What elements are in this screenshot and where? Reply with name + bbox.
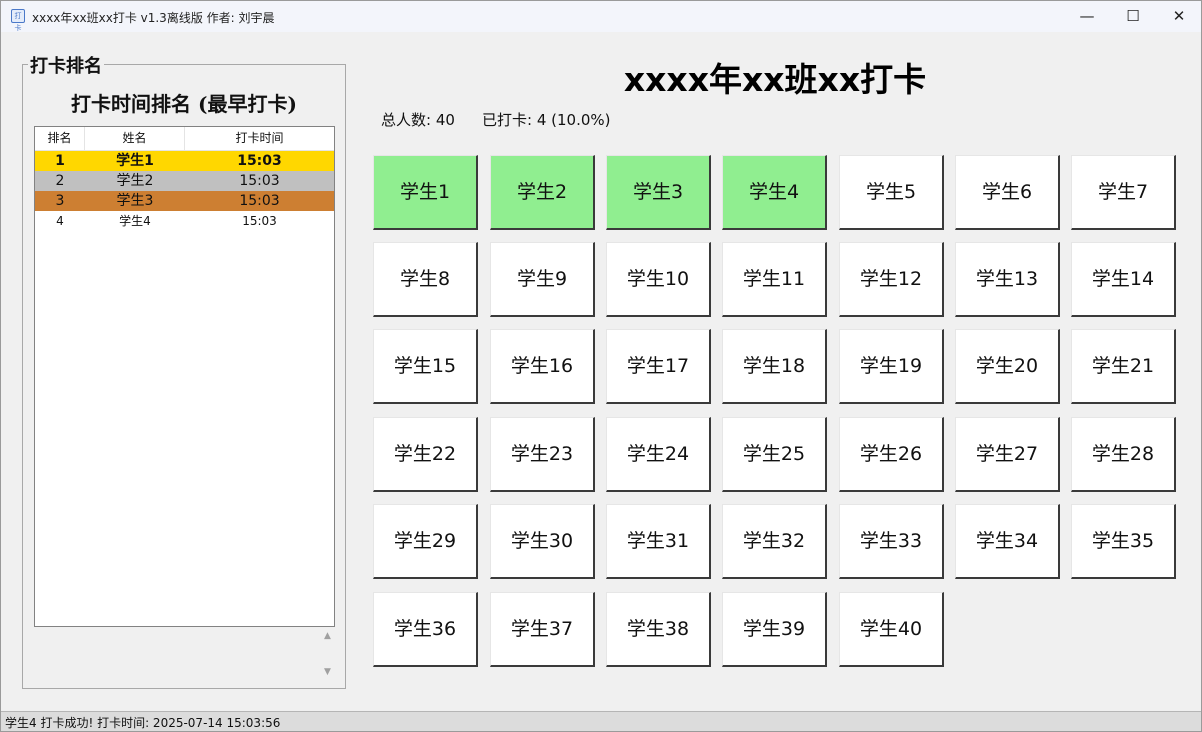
student-button[interactable]: 学生17	[606, 329, 711, 404]
student-button[interactable]: 学生15	[373, 329, 478, 404]
ranking-scrollbar[interactable]: ▲ ▼	[320, 629, 335, 679]
student-button[interactable]: 学生27	[955, 417, 1060, 492]
student-button[interactable]: 学生31	[606, 504, 711, 579]
ranking-time-cell: 15:03	[242, 214, 277, 228]
student-button[interactable]: 学生29	[373, 504, 478, 579]
ranking-rank-cell: 3	[55, 193, 65, 209]
student-button[interactable]: 学生34	[955, 504, 1060, 579]
ranking-title: 打卡时间排名 (最早打卡)	[71, 92, 297, 116]
student-button[interactable]: 学生16	[490, 329, 595, 404]
student-button[interactable]: 学生20	[955, 329, 1060, 404]
ranking-rank-cell: 2	[55, 173, 65, 189]
student-button[interactable]: 学生38	[606, 592, 711, 667]
student-button[interactable]: 学生39	[722, 592, 827, 667]
student-button[interactable]: 学生23	[490, 417, 595, 492]
student-button-grid: 学生1 学生2 学生3 学生4 学生5 学生6 学生7 学生8 学生9 学生10 学生11 学生12 学…	[373, 155, 1183, 675]
student-button[interactable]: 学生14	[1071, 242, 1176, 317]
ranking-row[interactable]: 1 学生1 15:03	[35, 151, 334, 171]
header-name[interactable]: 姓名	[85, 127, 185, 150]
status-bar: 学生4 打卡成功! 打卡时间: 2025-07-14 15:03:56	[1, 711, 1201, 731]
ranking-name-cell: 学生2	[116, 173, 154, 189]
student-button[interactable]: 学生21	[1071, 329, 1176, 404]
student-button[interactable]: 学生22	[373, 417, 478, 492]
ranking-row[interactable]: 4 学生4 15:03	[35, 211, 334, 231]
ranking-time-cell: 15:03	[239, 193, 280, 209]
student-button[interactable]: 学生24	[606, 417, 711, 492]
status-message: 学生4 打卡成功! 打卡时间: 2025-07-14 15:03:56	[5, 716, 281, 730]
student-button[interactable]: 学生33	[839, 504, 944, 579]
student-button[interactable]: 学生32	[722, 504, 827, 579]
student-button[interactable]: 学生28	[1071, 417, 1176, 492]
student-button[interactable]: 学生25	[722, 417, 827, 492]
close-button[interactable]: ✕	[1156, 1, 1202, 32]
scroll-down-arrow-icon[interactable]: ▼	[320, 665, 335, 679]
student-button[interactable]: 学生11	[722, 242, 827, 317]
ranking-name-cell: 学生3	[116, 193, 154, 209]
student-button[interactable]: 学生8	[373, 242, 478, 317]
title-bar[interactable]: 打卡 xxxx年xx班xx打卡 v1.3离线版 作者: 刘宇晨 — ☐ ✕	[1, 1, 1201, 32]
student-button[interactable]: 学生9	[490, 242, 595, 317]
maximize-button[interactable]: ☐	[1110, 1, 1156, 32]
checked-count: 已打卡: 4 (10.0%)	[482, 111, 611, 129]
student-button[interactable]: 学生36	[373, 592, 478, 667]
student-button[interactable]: 学生1	[373, 155, 478, 230]
minimize-button[interactable]: —	[1064, 1, 1110, 32]
scroll-up-arrow-icon[interactable]: ▲	[320, 629, 335, 643]
student-button[interactable]: 学生40	[839, 592, 944, 667]
student-button[interactable]: 学生13	[955, 242, 1060, 317]
main-title: xxxx年xx班xx打卡	[623, 60, 927, 99]
ranking-table-header: 排名 姓名 打卡时间	[35, 127, 334, 151]
student-button[interactable]: 学生18	[722, 329, 827, 404]
header-time[interactable]: 打卡时间	[185, 127, 334, 150]
total-count: 总人数: 40	[381, 111, 455, 129]
ranking-time-cell: 15:03	[237, 153, 282, 169]
student-button[interactable]: 学生6	[955, 155, 1060, 230]
student-button[interactable]: 学生19	[839, 329, 944, 404]
student-button[interactable]: 学生7	[1071, 155, 1176, 230]
app-window: 打卡 xxxx年xx班xx打卡 v1.3离线版 作者: 刘宇晨 — ☐ ✕ 打卡…	[0, 0, 1202, 732]
student-button[interactable]: 学生3	[606, 155, 711, 230]
window-title: xxxx年xx班xx打卡 v1.3离线版 作者: 刘宇晨	[32, 11, 275, 25]
ranking-row[interactable]: 3 学生3 15:03	[35, 191, 334, 211]
ranking-name-cell: 学生1	[116, 153, 154, 169]
ranking-rank-cell: 1	[55, 153, 65, 169]
student-button[interactable]: 学生2	[490, 155, 595, 230]
student-button[interactable]: 学生26	[839, 417, 944, 492]
student-button[interactable]: 学生35	[1071, 504, 1176, 579]
ranking-group-label: 打卡排名	[28, 52, 104, 78]
ranking-table[interactable]: 排名 姓名 打卡时间 1 学生1 15:03 2 学生2 15:03 3 学生3 15:03 4 学…	[34, 126, 335, 627]
ranking-name-cell: 学生4	[119, 214, 151, 228]
app-icon: 打卡	[11, 9, 25, 32]
student-button[interactable]: 学生10	[606, 242, 711, 317]
student-button[interactable]: 学生12	[839, 242, 944, 317]
header-rank[interactable]: 排名	[35, 127, 85, 150]
student-button[interactable]: 学生30	[490, 504, 595, 579]
student-button[interactable]: 学生4	[722, 155, 827, 230]
student-button[interactable]: 学生37	[490, 592, 595, 667]
ranking-time-cell: 15:03	[239, 173, 280, 189]
ranking-row[interactable]: 2 学生2 15:03	[35, 171, 334, 191]
ranking-rank-cell: 4	[56, 214, 64, 228]
student-button[interactable]: 学生5	[839, 155, 944, 230]
